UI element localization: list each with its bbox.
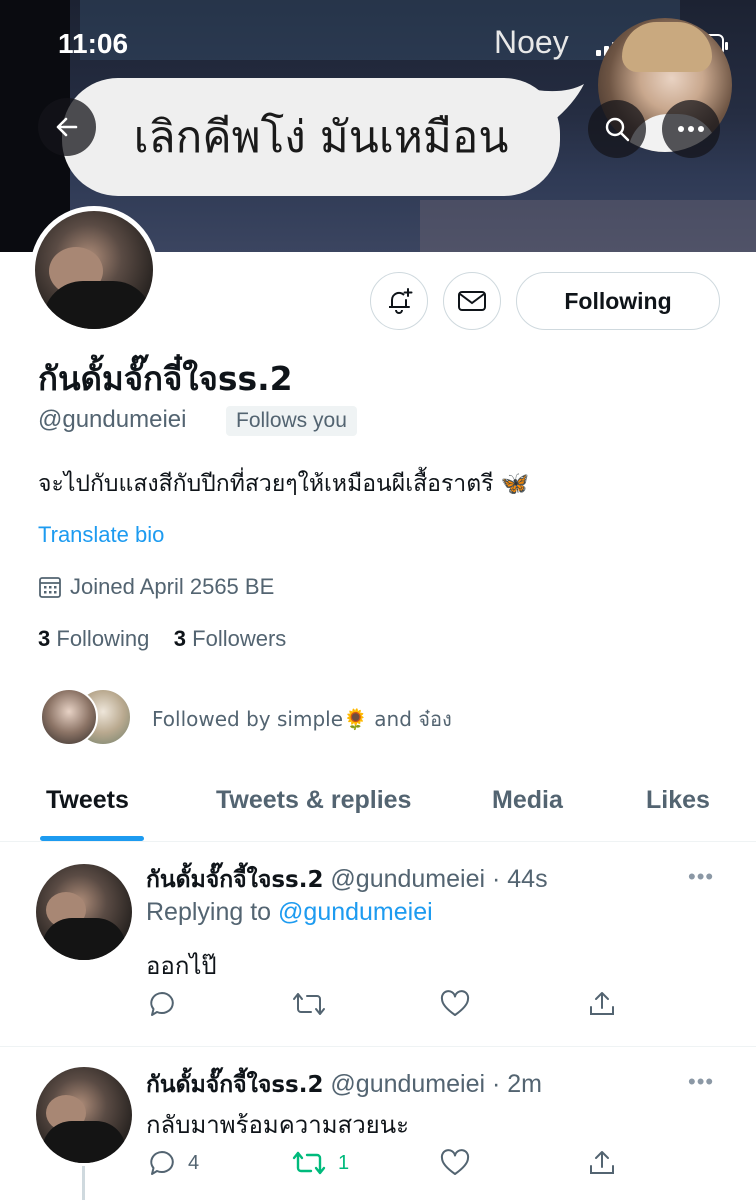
- envelope-icon: [458, 291, 486, 311]
- tweet-text: ออกไป๊: [146, 952, 217, 980]
- tweet-more-button[interactable]: •••: [688, 1069, 714, 1095]
- following-count: 3: [38, 626, 51, 651]
- tweet-header: กันดั้มจั๊กจี้ใจss.2 @gundumeiei · 2m: [146, 1067, 542, 1103]
- carrier-name: Noey: [494, 24, 569, 60]
- tweet-timestamp: · 44s: [492, 865, 548, 893]
- profile-handle: @gundumeiei: [38, 406, 187, 433]
- speech-bubble-tail: [536, 84, 584, 122]
- followers-stat[interactable]: 3 Followers: [174, 626, 287, 651]
- replying-to: Replying to @gundumeiei: [146, 898, 433, 927]
- share-icon: [590, 1151, 614, 1174]
- tweet-author-handle: @gundumeiei: [330, 1070, 486, 1098]
- joined-text: Joined April 2565 BE: [70, 574, 275, 599]
- share-button[interactable]: [588, 1149, 616, 1177]
- reply-count: 4: [188, 1151, 200, 1174]
- notifications-button[interactable]: [370, 272, 428, 330]
- retweet-button[interactable]: 1: [292, 1149, 349, 1177]
- tab-likes[interactable]: Likes: [646, 786, 710, 815]
- tweet-header: กันดั้มจั๊กจี้ใจss.2 @gundumeiei · 44s: [146, 862, 548, 898]
- tweet-author-name[interactable]: กันดั้มจั๊กจี้ใจss.2: [146, 1072, 323, 1098]
- avatar[interactable]: [36, 1067, 132, 1163]
- avatar[interactable]: [36, 864, 132, 960]
- following-stat[interactable]: 3 Following: [38, 626, 149, 651]
- calendar-icon: [39, 577, 61, 598]
- reply-icon: [150, 1151, 174, 1175]
- tweet-more-button[interactable]: •••: [688, 864, 714, 890]
- joined-date: Joined April 2565 BE: [38, 574, 274, 600]
- active-tab-indicator: [40, 836, 144, 841]
- banner-speech-bubble: เลิกคีพโง่ มันเหมือน: [62, 78, 560, 196]
- share-icon: [590, 992, 614, 1015]
- search-icon: [605, 117, 630, 142]
- status-time: 11:06: [58, 28, 129, 59]
- reply-button[interactable]: [148, 990, 176, 1018]
- like-button[interactable]: [440, 990, 470, 1018]
- share-button[interactable]: [588, 990, 616, 1018]
- tweet[interactable]: กันดั้มจั๊กจี้ใจss.2 @gundumeiei · 44s •…: [0, 842, 756, 1046]
- profile-avatar[interactable]: [30, 206, 158, 334]
- arrow-left-icon: [56, 117, 78, 137]
- like-button[interactable]: [440, 1149, 470, 1177]
- tweet-text: กลับมาพร้อมความสวยนะ: [146, 1111, 410, 1139]
- tweet[interactable]: กันดั้มจั๊กจี้ใจss.2 @gundumeiei · 2m ••…: [0, 1047, 756, 1200]
- tweet-author-handle: @gundumeiei: [330, 865, 486, 893]
- retweet-count: 1: [338, 1151, 350, 1174]
- more-dots-icon: [678, 126, 704, 132]
- tweet-author-name[interactable]: กันดั้มจั๊กจี้ใจss.2: [146, 867, 323, 893]
- bell-plus-icon: [389, 288, 413, 314]
- follow-stats: 3 Following 3 Followers: [38, 626, 286, 652]
- message-button[interactable]: [443, 272, 501, 330]
- mutual-followers-avatars[interactable]: [40, 688, 136, 746]
- reply-button[interactable]: 4: [148, 1149, 199, 1177]
- translate-bio-link[interactable]: Translate bio: [38, 522, 164, 548]
- followers-label: Followers: [192, 626, 287, 651]
- followers-count: 3: [173, 626, 187, 651]
- search-button[interactable]: [588, 100, 646, 158]
- profile-tabs: Tweets Tweets & replies Media Likes: [0, 770, 756, 842]
- followed-by-text[interactable]: Followed by simple🌻 and จ๋อง: [152, 703, 452, 735]
- retweet-button[interactable]: [292, 990, 326, 1018]
- follows-you-badge: Follows you: [226, 406, 357, 436]
- replying-to-mention[interactable]: @gundumeiei: [278, 898, 433, 926]
- avatar: [40, 688, 98, 746]
- following-label: Following: [56, 626, 150, 651]
- profile-display-name: กันดั้มจั๊กจี๋ใจss.2: [38, 359, 293, 398]
- reply-icon: [150, 992, 174, 1016]
- replying-prefix: Replying to: [146, 898, 272, 926]
- heart-icon: [440, 1149, 470, 1175]
- profile-bio: จะไปกับแสงสีกับปีกที่สวยๆให้เหมือนผีเสื้…: [38, 471, 530, 497]
- more-options-button[interactable]: [662, 100, 720, 158]
- retweet-icon: [293, 993, 325, 1015]
- tab-media[interactable]: Media: [492, 786, 563, 815]
- tab-tweets-replies[interactable]: Tweets & replies: [216, 786, 411, 815]
- tweet-timestamp: · 2m: [492, 1070, 542, 1098]
- back-button[interactable]: [38, 98, 96, 156]
- thread-connector-line: [82, 1166, 85, 1200]
- following-button[interactable]: Following: [516, 272, 720, 330]
- heart-icon: [440, 990, 470, 1016]
- retweet-icon: [292, 1151, 326, 1175]
- tab-tweets[interactable]: Tweets: [46, 786, 129, 815]
